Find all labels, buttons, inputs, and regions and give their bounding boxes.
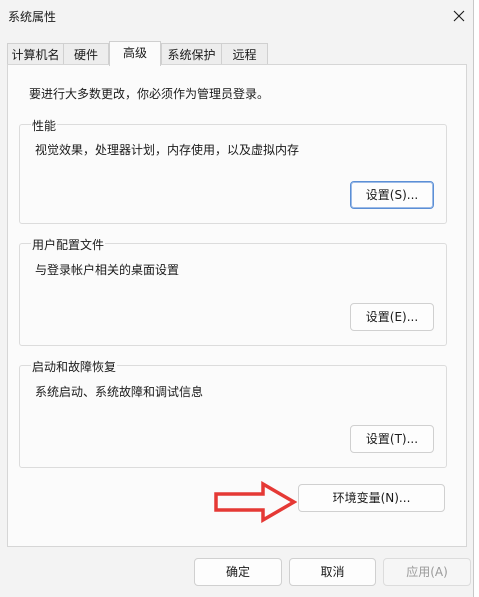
startup-recovery-group: 启动和故障恢复 系统启动、系统故障和调试信息 设置(T)... [19, 358, 447, 468]
tab-computer-name[interactable]: 计算机名 [7, 43, 64, 65]
performance-description: 视觉效果，处理器计划，内存使用，以及虚拟内存 [35, 143, 300, 157]
user-profiles-title: 用户配置文件 [31, 236, 106, 253]
startup-recovery-title: 启动和故障恢复 [31, 358, 118, 375]
advanced-tab-panel: 要进行大多数更改，你必须作为管理员登录。 性能 视觉效果，处理器计划，内存使用，… [7, 64, 467, 547]
performance-title: 性能 [31, 117, 58, 134]
window-title: 系统属性 [8, 10, 57, 24]
close-icon [453, 10, 465, 22]
startup-recovery-description: 系统启动、系统故障和调试信息 [35, 385, 204, 399]
system-properties-window: 系统属性 计算机名 硬件 高级 系统保护 远程 要进行大多数更改，你必须作为管理… [0, 0, 474, 597]
apply-button[interactable]: 应用(A) [383, 558, 471, 586]
startup-recovery-settings-button[interactable]: 设置(T)... [350, 425, 434, 453]
user-profiles-group: 用户配置文件 与登录帐户相关的桌面设置 设置(E)... [19, 236, 447, 346]
user-profiles-description: 与登录帐户相关的桌面设置 [35, 263, 180, 277]
right-arrow-icon [214, 481, 297, 523]
background-window-edge [474, 0, 479, 597]
title-bar: 系统属性 [0, 0, 473, 32]
tab-advanced[interactable]: 高级 [109, 41, 161, 66]
tab-system-protection[interactable]: 系统保护 [161, 43, 222, 65]
ok-button[interactable]: 确定 [194, 558, 282, 586]
cancel-button[interactable]: 取消 [289, 558, 376, 586]
environment-variables-button[interactable]: 环境变量(N)... [298, 484, 445, 512]
tab-hardware[interactable]: 硬件 [63, 43, 109, 65]
admin-notice: 要进行大多数更改，你必须作为管理员登录。 [29, 87, 270, 101]
performance-settings-button[interactable]: 设置(S)... [350, 181, 434, 209]
user-profiles-settings-button[interactable]: 设置(E)... [350, 303, 434, 331]
tab-remote[interactable]: 远程 [221, 43, 268, 65]
close-button[interactable] [445, 3, 473, 29]
performance-group: 性能 视觉效果，处理器计划，内存使用，以及虚拟内存 设置(S)... [19, 117, 447, 224]
